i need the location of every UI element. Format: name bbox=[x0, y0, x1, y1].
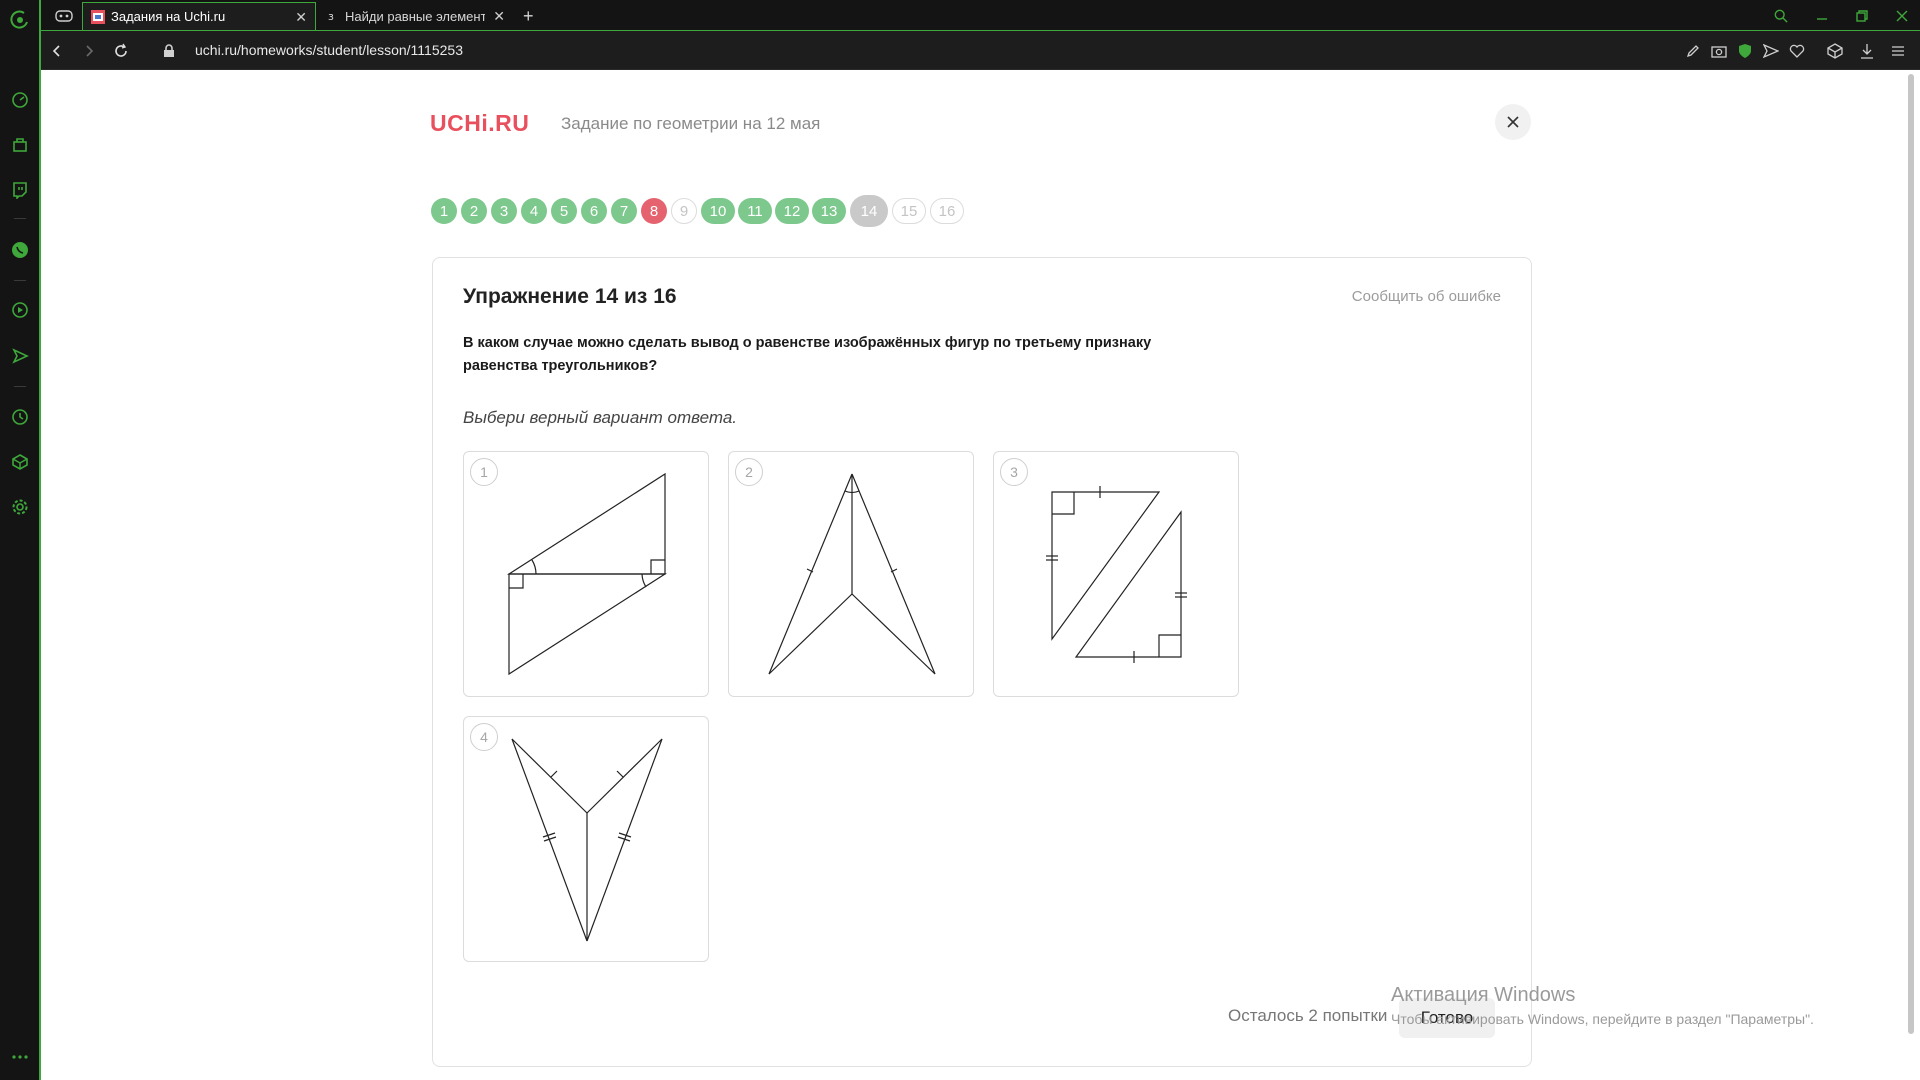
history-icon[interactable] bbox=[8, 405, 32, 429]
gx-corner-icon[interactable] bbox=[47, 2, 81, 30]
edit-icon[interactable] bbox=[1683, 41, 1703, 61]
question-text: В каком случае можно сделать вывод о рав… bbox=[463, 335, 1152, 374]
exercise-title: Упражнение 14 из 16 bbox=[463, 285, 677, 308]
page-title: Задание по геометрии на 12 мая bbox=[561, 114, 821, 133]
progress-item[interactable]: 9 bbox=[671, 198, 697, 224]
tab-bar: Задания на Uchi.ru ✕ з Найди равные элем… bbox=[41, 0, 1920, 30]
url-field[interactable]: uchi.ru/homeworks/student/lesson/1115253 bbox=[195, 42, 463, 58]
restore-icon[interactable] bbox=[1847, 2, 1877, 30]
more-icon[interactable] bbox=[8, 1045, 32, 1069]
close-window-icon[interactable] bbox=[1887, 2, 1917, 30]
progress-item[interactable]: 10 bbox=[701, 198, 735, 224]
tab-title: Задания на Uchi.ru bbox=[111, 9, 226, 24]
progress-item[interactable]: 6 bbox=[581, 198, 607, 224]
progress-item[interactable]: 4 bbox=[521, 198, 547, 224]
option-number: 1 bbox=[470, 458, 498, 486]
address-bar: uchi.ru/homeworks/student/lesson/1115253 bbox=[41, 30, 1920, 70]
attempts-left: Осталось 2 попытки bbox=[1228, 1006, 1388, 1025]
progress-item[interactable]: 16 bbox=[930, 198, 964, 224]
store-icon[interactable] bbox=[8, 133, 32, 157]
figure-3-diagram bbox=[1046, 486, 1187, 663]
minimize-icon[interactable] bbox=[1807, 2, 1837, 30]
exercise-card: Упражнение 14 из 16 Сообщить об ошибке В… bbox=[432, 257, 1532, 1067]
answer-option-3[interactable]: 3 bbox=[993, 451, 1239, 697]
web-page: UCHi.RU Задание по геометрии на 12 мая 1… bbox=[41, 70, 1920, 1080]
new-tab-icon[interactable]: + bbox=[515, 2, 545, 30]
player-icon[interactable] bbox=[8, 298, 32, 322]
progress-item[interactable]: 11 bbox=[738, 198, 772, 224]
reload-icon[interactable] bbox=[111, 41, 131, 61]
watermark-title: Активация Windows bbox=[1391, 984, 1576, 1006]
progress-item[interactable]: 2 bbox=[461, 198, 487, 224]
browser-logo-icon[interactable] bbox=[8, 8, 32, 32]
progress-item[interactable]: 8 bbox=[641, 198, 667, 224]
progress-item[interactable]: 1 bbox=[431, 198, 457, 224]
uchi-logo[interactable]: UCHi.RU bbox=[430, 110, 529, 137]
windows-activation-watermark: Активация Windows Чтобы активировать Win… bbox=[1391, 984, 1814, 1027]
speed-dial-icon[interactable] bbox=[8, 88, 32, 112]
settings-gear-icon[interactable] bbox=[8, 495, 32, 519]
heart-icon[interactable] bbox=[1787, 41, 1807, 61]
close-button[interactable] bbox=[1495, 104, 1531, 140]
progress-item[interactable]: 7 bbox=[611, 198, 637, 224]
progress-item[interactable]: 3 bbox=[491, 198, 517, 224]
figure-1-diagram bbox=[506, 472, 668, 676]
uchi-favicon-icon bbox=[91, 9, 105, 24]
tab-find-elements[interactable]: з Найди равные элементы ✕ bbox=[317, 2, 513, 30]
progress-item[interactable]: 12 bbox=[775, 198, 809, 224]
instruction-text: Выбери верный вариант ответа. bbox=[463, 408, 738, 427]
scrollbar[interactable] bbox=[1902, 70, 1920, 1080]
menu-icon[interactable] bbox=[1888, 41, 1908, 61]
forward-icon[interactable] bbox=[79, 41, 99, 61]
answer-option-1[interactable]: 1 bbox=[463, 451, 709, 697]
progress-item[interactable]: 13 bbox=[812, 198, 846, 224]
cube-icon[interactable] bbox=[1825, 41, 1845, 61]
download-icon[interactable] bbox=[1857, 41, 1877, 61]
tab-title: Найди равные элементы bbox=[345, 8, 485, 24]
shield-icon[interactable] bbox=[1735, 41, 1755, 61]
progress-item[interactable]: 15 bbox=[892, 198, 926, 224]
browser-sidebar bbox=[0, 0, 41, 1080]
option-number: 2 bbox=[735, 458, 763, 486]
option-number: 4 bbox=[470, 723, 498, 751]
tab-uchi[interactable]: Задания на Uchi.ru ✕ bbox=[82, 2, 316, 30]
scrollbar-thumb[interactable] bbox=[1908, 74, 1914, 1034]
close-icon bbox=[1507, 116, 1519, 128]
answer-option-4[interactable]: 4 bbox=[463, 716, 709, 962]
lock-icon[interactable] bbox=[159, 41, 179, 61]
camera-icon[interactable] bbox=[1709, 41, 1729, 61]
svg-text:з: з bbox=[328, 10, 334, 23]
watermark-text: Чтобы активировать Windows, перейдите в … bbox=[1391, 1011, 1814, 1027]
close-tab-icon[interactable]: ✕ bbox=[295, 9, 307, 26]
twitch-icon[interactable] bbox=[8, 178, 32, 202]
progress-item[interactable]: 5 bbox=[551, 198, 577, 224]
send-icon[interactable] bbox=[1761, 41, 1781, 61]
extensions-icon[interactable] bbox=[8, 450, 32, 474]
search-icon[interactable] bbox=[1766, 2, 1796, 30]
figure-4-diagram bbox=[511, 738, 663, 942]
answer-option-2[interactable]: 2 bbox=[728, 451, 974, 697]
report-error-link[interactable]: Сообщить об ошибке bbox=[1352, 288, 1501, 305]
close-tab-icon[interactable]: ✕ bbox=[493, 8, 505, 25]
option-number: 3 bbox=[1000, 458, 1028, 486]
back-icon[interactable] bbox=[47, 41, 67, 61]
progress-item-current[interactable]: 14 bbox=[850, 195, 888, 227]
send-icon[interactable] bbox=[8, 344, 32, 368]
figure-2-diagram bbox=[768, 473, 936, 675]
tab-favicon-icon: з bbox=[325, 9, 339, 23]
whatsapp-icon[interactable] bbox=[8, 238, 32, 262]
